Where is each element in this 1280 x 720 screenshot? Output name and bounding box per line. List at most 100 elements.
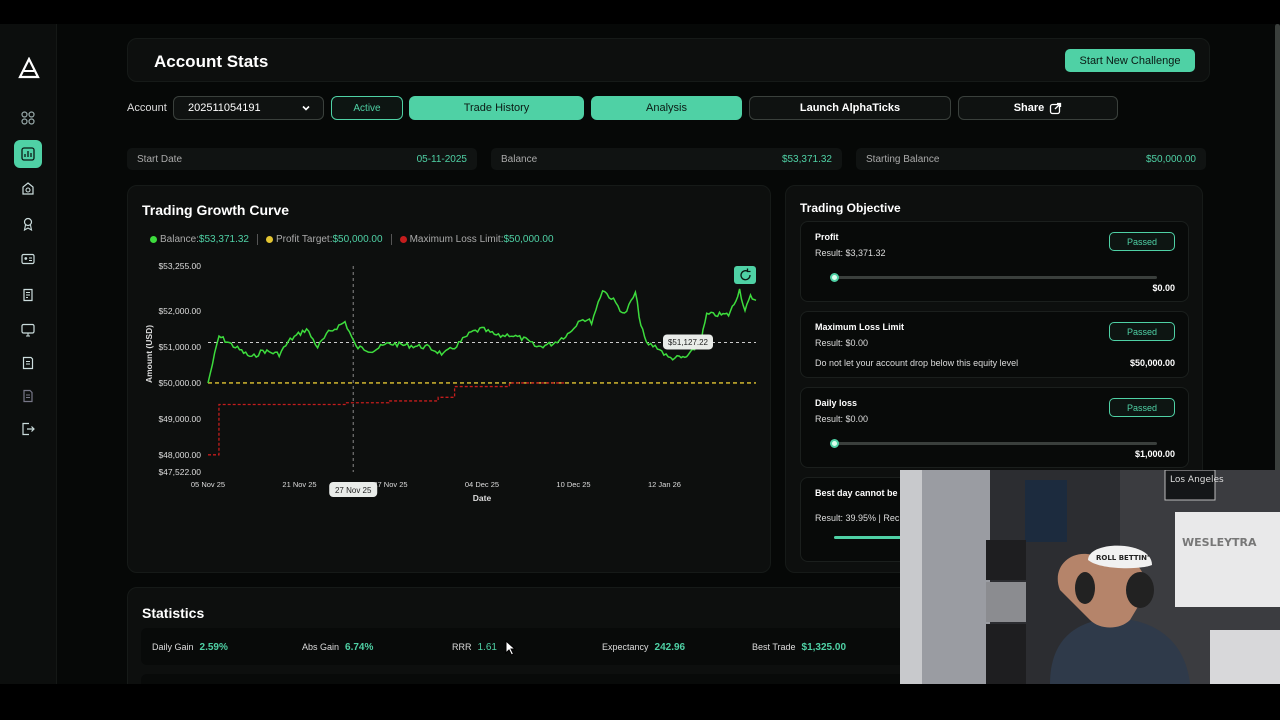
stat-label: Daily Gain — [152, 642, 194, 652]
progress-slider — [830, 273, 1157, 282]
stat-label: Abs Gain — [302, 642, 340, 652]
stat-value: $1,325.00 — [801, 642, 847, 653]
y-tick-label: $51,000.00 — [158, 342, 201, 352]
account-select[interactable]: 202511054191 — [173, 96, 324, 120]
starting-balance-row: Starting Balance $50,000.00 — [856, 148, 1206, 170]
bottom-letterbox — [0, 684, 1280, 720]
objective-title: Trading Objective — [800, 201, 901, 215]
growth-curve-card: Trading Growth Curve Balance: $53,371.32… — [127, 185, 771, 573]
documents-icon[interactable] — [14, 382, 42, 410]
mouse-cursor-icon — [505, 640, 517, 656]
awards-icon[interactable] — [14, 210, 42, 238]
x-axis-label: Date — [473, 493, 492, 503]
cap-text: ROLL BETTIN' — [1096, 554, 1149, 562]
legend-balance-label: Balance: — [160, 234, 199, 245]
x-tick-label: 27 Nov 25 — [373, 480, 407, 489]
start-date-row: Start Date 05-11-2025 — [127, 148, 477, 170]
status-badge: Active — [331, 96, 403, 120]
objective-name: Maximum Loss Limit — [815, 322, 905, 332]
stat-expectancy: Expectancy 242.96 — [602, 642, 685, 653]
x-tick-label: 10 Dec 25 — [556, 480, 590, 489]
date-tooltip: 27 Nov 25 — [335, 486, 372, 495]
growth-chart[interactable]: $53,255.00 $52,000.00 $51,000.00 $50,000.00… — [128, 256, 772, 506]
reset-zoom-button — [734, 266, 756, 284]
stat-rrr: RRR 1.61 — [452, 642, 497, 653]
x-tick-label: 21 Nov 25 — [282, 480, 316, 489]
brand-logo[interactable] — [18, 57, 40, 79]
y-tick-label: $49,000.00 — [158, 414, 201, 424]
objective-max-loss: Maximum Loss Limit Result: $0.00 Passed … — [800, 311, 1189, 378]
progress-slider — [830, 439, 1157, 448]
loss-legend-dot — [399, 236, 407, 243]
stat-value: 242.96 — [654, 642, 686, 653]
stat-value: 6.74% — [345, 642, 374, 653]
profile-card-icon[interactable] — [14, 245, 42, 273]
monitor-icon[interactable] — [14, 316, 42, 344]
progress-fill — [834, 536, 904, 539]
x-tick-label: 12 Jan 26 — [648, 480, 681, 489]
chevron-down-icon — [302, 105, 310, 111]
start-date-value: 05-11-2025 — [416, 153, 467, 165]
dashboard-icon[interactable] — [14, 104, 42, 132]
status-badge: Passed — [1109, 398, 1175, 417]
stat-label: RRR — [452, 642, 472, 652]
trade-history-button[interactable]: Trade History — [409, 96, 584, 120]
webcam-image: Los Angeles WESLEYTRA ROLL BETTIN' — [900, 470, 1280, 684]
objective-name: Profit — [815, 232, 839, 242]
y-tick-label: $53,255.00 — [158, 261, 201, 271]
x-tick-label: 05 Nov 25 — [191, 480, 225, 489]
sign-text: Los Angeles — [1170, 475, 1224, 485]
account-stats-header: Account Stats Start New Challenge — [127, 38, 1210, 82]
legend-target-label: Profit Target: — [275, 234, 333, 245]
account-label: Account — [127, 102, 167, 114]
x-tick-label: 04 Dec 25 — [465, 480, 499, 489]
objective-result: Result: $0.00 — [815, 414, 869, 424]
legend-loss-value: $50,000.00 — [503, 234, 554, 245]
stat-value: 1.61 — [477, 642, 497, 653]
page-title: Account Stats — [154, 52, 269, 71]
slider-knob — [830, 273, 839, 282]
starting-balance-value: $50,000.00 — [1145, 153, 1196, 165]
target-legend-dot — [265, 236, 273, 243]
value-tooltip: $51,127.22 — [668, 338, 709, 347]
objective-result: Result: $3,371.32 — [815, 248, 886, 258]
balance-value: $53,371.32 — [781, 153, 832, 165]
y-tick-label: $52,000.00 — [158, 306, 201, 316]
balance-legend-dot — [150, 236, 157, 243]
y-tick-label: $50,000.00 — [158, 378, 201, 388]
objective-daily-loss: Daily loss Result: $0.00 Passed $1,000.0… — [800, 387, 1189, 468]
launch-alphaticks-button[interactable]: Launch AlphaTicks — [749, 96, 951, 120]
objective-profit: Profit Result: $3,371.32 Passed $0.00 — [800, 221, 1189, 302]
webcam-overlay: Los Angeles WESLEYTRA ROLL BETTIN' — [900, 470, 1280, 684]
y-tick-label: $48,000.00 — [158, 450, 201, 460]
starting-balance-label: Starting Balance — [866, 153, 940, 165]
billing-icon[interactable] — [14, 349, 42, 377]
certificates-icon[interactable] — [14, 281, 42, 309]
growth-title: Trading Growth Curve — [142, 202, 290, 218]
start-date-label: Start Date — [137, 153, 183, 165]
share-label: Share — [1013, 102, 1045, 114]
objective-result: Result: 39.95% | Rec — [815, 513, 900, 523]
stat-label: Expectancy — [602, 642, 649, 652]
status-badge: Passed — [1109, 232, 1175, 251]
objective-result: Result: $0.00 — [815, 338, 869, 348]
objective-name: Daily loss — [815, 398, 858, 408]
balance-row: Balance $53,371.32 — [491, 148, 842, 170]
objective-name: Best day cannot be gr — [815, 488, 910, 498]
chart-legend: Balance: $53,371.32 Profit Target: $50,0… — [150, 234, 554, 245]
account-id: 202511054191 — [188, 102, 261, 114]
legend-balance-value: $53,371.32 — [198, 234, 249, 245]
logout-icon[interactable] — [14, 415, 42, 443]
status-badge: Passed — [1109, 322, 1175, 341]
share-button[interactable]: Share — [958, 96, 1118, 120]
objective-description: Do not let your account drop below this … — [815, 358, 1019, 368]
challenges-icon[interactable] — [14, 175, 42, 203]
y-tick-label: $47,522.00 — [158, 467, 201, 477]
statistics-title: Statistics — [142, 605, 205, 621]
analysis-button[interactable]: Analysis — [591, 96, 742, 120]
stat-value: 2.59% — [199, 642, 228, 653]
stat-label: Best Trade — [752, 642, 796, 652]
start-new-challenge-button[interactable]: Start New Challenge — [1065, 49, 1195, 72]
account-stats-icon[interactable] — [14, 140, 42, 168]
max-loss-line — [208, 382, 565, 456]
